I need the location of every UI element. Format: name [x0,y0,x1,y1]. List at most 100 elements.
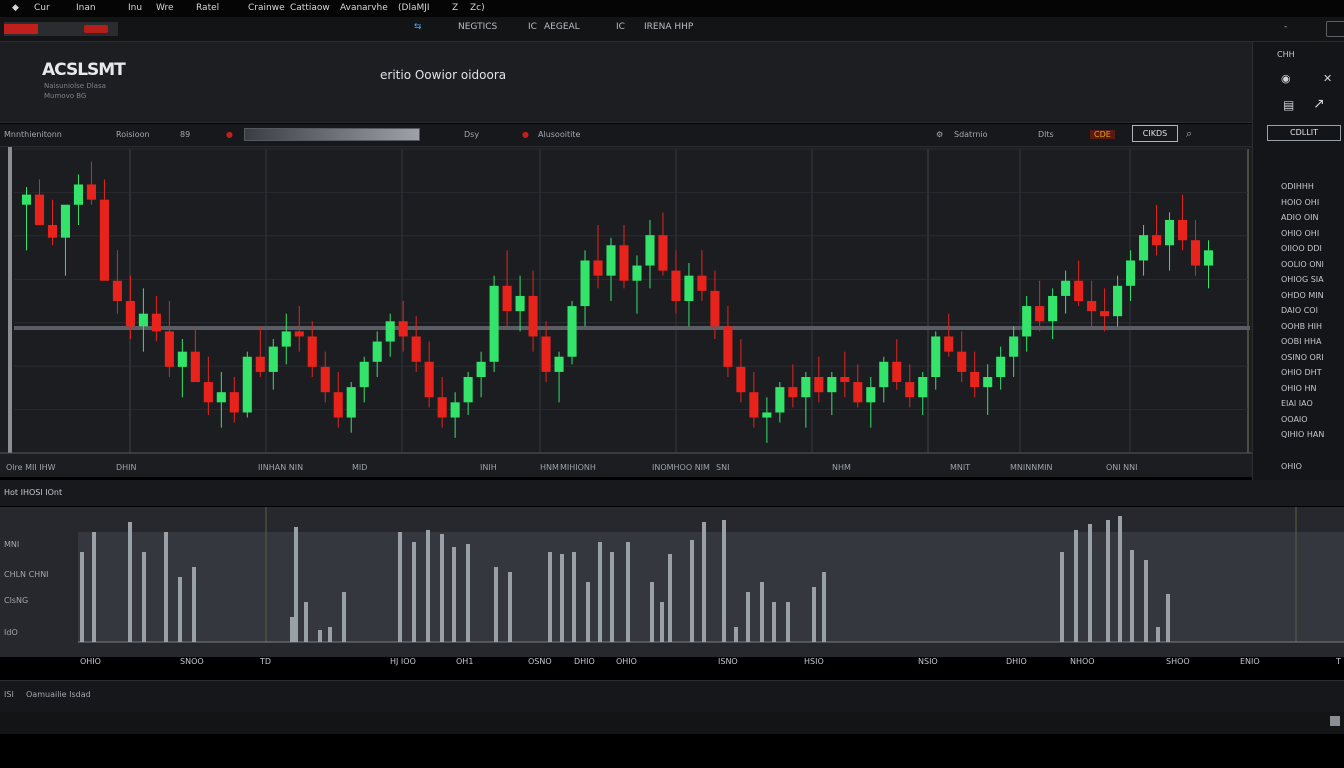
time-range-slider[interactable] [244,128,420,141]
record-icon[interactable]: ● [226,130,233,139]
candle-body [229,392,239,413]
chart-toolbar-label[interactable]: Sdatrnio [954,130,988,139]
toolbar-item[interactable]: AEGEAL [544,22,580,32]
volume-bar [494,567,498,642]
volume-bar [610,552,614,642]
volume-panel[interactable] [0,507,1344,657]
menu-item[interactable]: (DlaMJI [398,3,430,13]
order-book-row[interactable]: OSINO ORI [1281,353,1324,362]
candle-body [476,361,486,377]
candle-body [684,275,694,301]
menu-item[interactable]: arvhe [362,3,388,13]
order-book-row[interactable]: OOAIO [1281,415,1308,424]
volume-bar [812,587,816,642]
app-menu-icon[interactable]: ◆ [12,3,19,13]
menu-item[interactable]: Inu [128,3,142,13]
document-icon[interactable]: ▤ [1283,98,1294,112]
volume-x-label: OH1 [456,657,474,666]
menu-item[interactable]: Ratel [196,3,219,13]
candle-body [801,377,811,398]
volume-bar [398,532,402,642]
candle-body [281,331,291,347]
x-axis-label: INOMHOO NIM [652,463,710,472]
candle-body [1164,219,1175,246]
volume-x-label: DHIO [574,657,595,666]
candlestick-chart[interactable] [0,147,1252,477]
volume-bar [508,572,512,642]
volume-bar [760,582,764,642]
zoom-value[interactable]: 89 [180,130,190,139]
panel-badge[interactable]: CDLLIT [1267,125,1341,141]
candle-body [216,392,226,403]
chart-toolbar-label[interactable]: Alusooitite [538,130,580,139]
volume-bar [128,522,132,642]
menu-item[interactable]: Zc) [470,3,485,13]
search-icon[interactable]: ⌕ [1186,127,1192,141]
window-control[interactable]: - [1284,22,1287,32]
order-book-row[interactable]: OOBI HHA [1281,337,1322,346]
pin-icon[interactable]: ↗ [1313,96,1325,112]
toolbar-item[interactable]: IC [616,22,625,32]
window-button[interactable] [1326,21,1344,37]
candle-body [1190,240,1201,266]
candle-body [905,382,915,398]
menu-item[interactable]: Z [452,3,458,13]
order-book-row[interactable]: ADIO OIN [1281,213,1318,222]
order-book-row[interactable]: OHIOG SIA [1281,275,1324,284]
mode-selector[interactable]: Roisioon [116,130,150,139]
candle-body [723,326,733,367]
order-book-row[interactable]: OHIO DHT [1281,368,1322,377]
order-book-row[interactable]: OHDO MIN [1281,291,1324,300]
alert-icon[interactable]: ● [522,130,529,139]
menu-item[interactable]: Avan [340,3,362,13]
settings-icon[interactable]: ⚙ [936,130,943,139]
order-book-row[interactable]: QIHIO HAN [1281,430,1324,439]
volume-bar [772,602,776,642]
order-book-row[interactable]: HOIO OHI [1281,198,1319,207]
candle-body [957,351,967,372]
menu-item[interactable]: Crainwe [248,3,285,13]
price-chart-panel[interactable] [0,147,1252,477]
chart-toolbar-label[interactable]: Dlts [1038,130,1054,139]
volume-x-label: ISNO [718,657,738,666]
toolbar-icon[interactable]: ⇆ [414,22,422,32]
menu-item[interactable]: Cur [34,3,50,13]
toolbar-item[interactable]: IRENA HHP [644,22,693,32]
volume-x-label: SHOO [1166,657,1190,666]
volume-x-label: DHIO [1006,657,1027,666]
order-book-row[interactable]: EIAI IAO [1281,399,1313,408]
order-book-row[interactable]: OOLIO ONI [1281,260,1324,269]
candle-body [944,336,954,352]
order-book-row[interactable]: OIIOO DDI [1281,244,1322,253]
order-book-row[interactable]: OHIO HN [1281,384,1317,393]
order-book-row[interactable]: DAIO COI [1281,306,1318,315]
candle-body [450,402,460,418]
toolbar-item[interactable]: IC [528,22,537,32]
candle-body [320,366,330,393]
candle-body [996,356,1006,377]
pair-selector-button[interactable]: CIKDS [1132,125,1178,142]
candle-body [359,361,369,388]
x-axis-label: HNM [540,463,559,472]
toolbar-item[interactable]: NEGTICS [458,22,497,32]
bottom-panel: ISI Oamuailie Isdad [0,680,1344,713]
volume-bar [80,552,84,642]
menu-item[interactable]: Cattiaow [290,3,330,13]
active-tab-indicator[interactable] [4,22,118,36]
menu-item[interactable]: Wre [156,3,174,13]
order-book-row[interactable]: OOHB HIH [1281,322,1322,331]
volume-bar [304,602,308,642]
volume-bar [178,577,182,642]
resize-handle[interactable] [1330,716,1340,726]
menu-item[interactable]: Inan [76,3,96,13]
x-axis-label: INIH [480,463,497,472]
eye-icon[interactable]: ◉ [1281,72,1291,85]
close-icon[interactable]: ✕ [1323,72,1332,85]
volume-bar [452,547,456,642]
order-book-row[interactable]: ODIHHH [1281,182,1314,191]
candle-body [866,387,876,403]
volume-x-label: ENIO [1240,657,1260,666]
volume-bar [1144,560,1148,642]
volume-bar [702,522,706,642]
order-book-row[interactable]: OHIO OHI [1281,229,1319,238]
